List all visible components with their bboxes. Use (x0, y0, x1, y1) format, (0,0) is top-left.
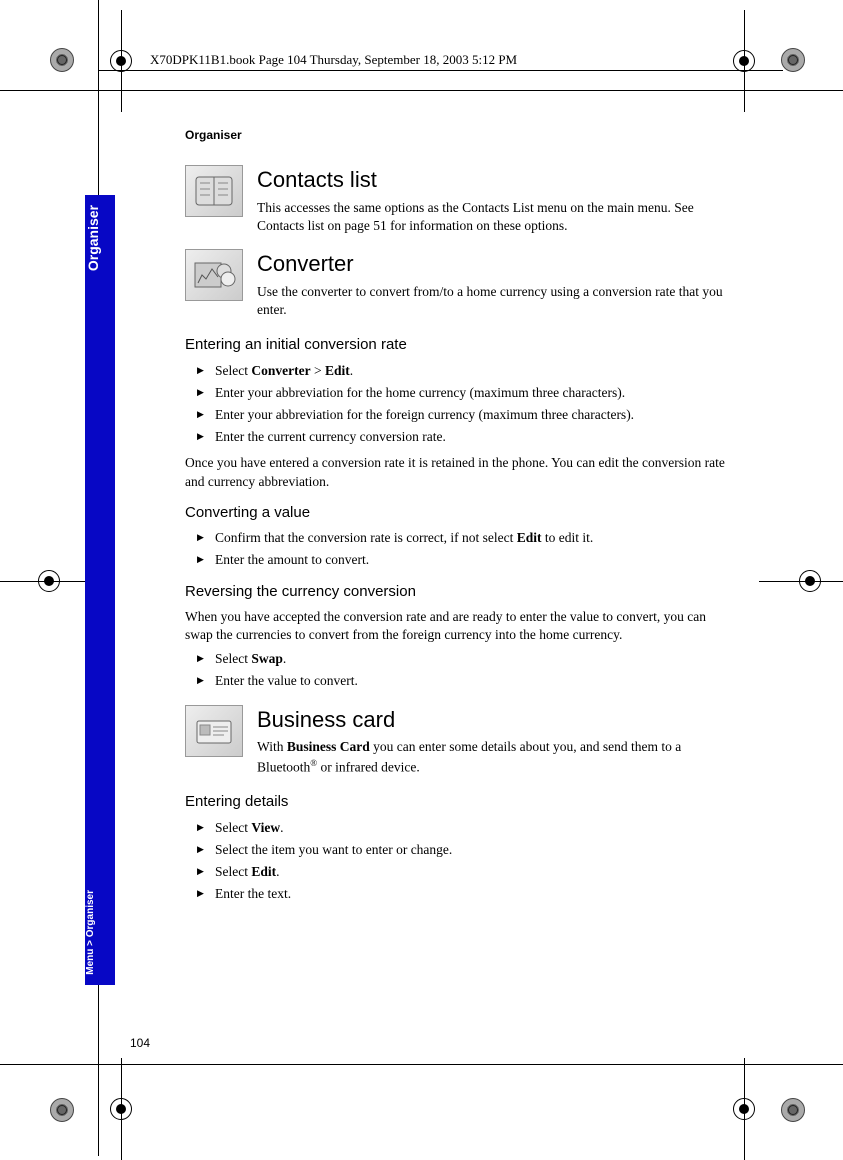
subsection-title: Entering an initial conversion rate (185, 335, 725, 355)
business-card-icon (185, 705, 243, 757)
subsection-title: Converting a value (185, 503, 725, 523)
frame-line (0, 1064, 843, 1065)
side-tab-breadcrumb: Menu > Organiser (85, 886, 115, 975)
step-item: Select Edit. (197, 863, 725, 881)
crop-target-icon (100, 40, 142, 82)
subsection-title: Entering details (185, 792, 725, 812)
step-item: Enter the current currency conversion ra… (197, 428, 725, 446)
crop-target-icon (100, 1088, 142, 1130)
step-item: Enter the value to convert. (197, 672, 725, 690)
step-item: Select Converter > Edit. (197, 362, 725, 380)
side-tab-title: Organiser (85, 205, 115, 277)
converter-icon (185, 249, 243, 301)
crop-target-icon (28, 560, 70, 602)
crop-target-icon (723, 1088, 765, 1130)
registration-mark-icon (50, 48, 74, 72)
paragraph: When you have accepted the conversion ra… (185, 608, 725, 644)
side-tab: Organiser Menu > Organiser (85, 195, 115, 985)
crop-target-icon (789, 560, 831, 602)
paragraph: Once you have entered a conversion rate … (185, 454, 725, 490)
step-list: Select View. Select the item you want to… (197, 819, 725, 904)
section-body: This accesses the same options as the Co… (257, 199, 725, 235)
step-list: Select Swap. Enter the value to convert. (197, 650, 725, 690)
section-title: Converter (257, 249, 725, 279)
registration-mark-icon (50, 1098, 74, 1122)
section-body: With Business Card you can enter some de… (257, 738, 725, 776)
page-content: Contacts list This accesses the same opt… (185, 165, 725, 911)
step-item: Confirm that the conversion rate is corr… (197, 529, 725, 547)
step-item: Enter the amount to convert. (197, 551, 725, 569)
step-item: Enter the text. (197, 885, 725, 903)
section-title: Contacts list (257, 165, 725, 195)
registration-mark-icon (781, 1098, 805, 1122)
page-number: 104 (130, 1036, 150, 1050)
contacts-icon (185, 165, 243, 217)
section-converter: Converter Use the converter to convert f… (185, 249, 725, 323)
frame-line (0, 90, 843, 91)
running-header: Organiser (185, 128, 242, 142)
registration-mark-icon (781, 48, 805, 72)
subsection-title: Reversing the currency conversion (185, 582, 725, 602)
step-item: Select View. (197, 819, 725, 837)
step-list: Select Converter > Edit. Enter your abbr… (197, 362, 725, 447)
step-item: Enter your abbreviation for the foreign … (197, 406, 725, 424)
section-business-card: Business card With Business Card you can… (185, 705, 725, 781)
section-contacts: Contacts list This accesses the same opt… (185, 165, 725, 239)
page-header-meta: X70DPK11B1.book Page 104 Thursday, Septe… (150, 52, 523, 68)
crop-target-icon (723, 40, 765, 82)
step-item: Select Swap. (197, 650, 725, 668)
step-item: Enter your abbreviation for the home cur… (197, 384, 725, 402)
step-list: Confirm that the conversion rate is corr… (197, 529, 725, 569)
section-body: Use the converter to convert from/to a h… (257, 283, 725, 319)
section-title: Business card (257, 705, 725, 735)
step-item: Select the item you want to enter or cha… (197, 841, 725, 859)
header-rule (98, 70, 783, 71)
